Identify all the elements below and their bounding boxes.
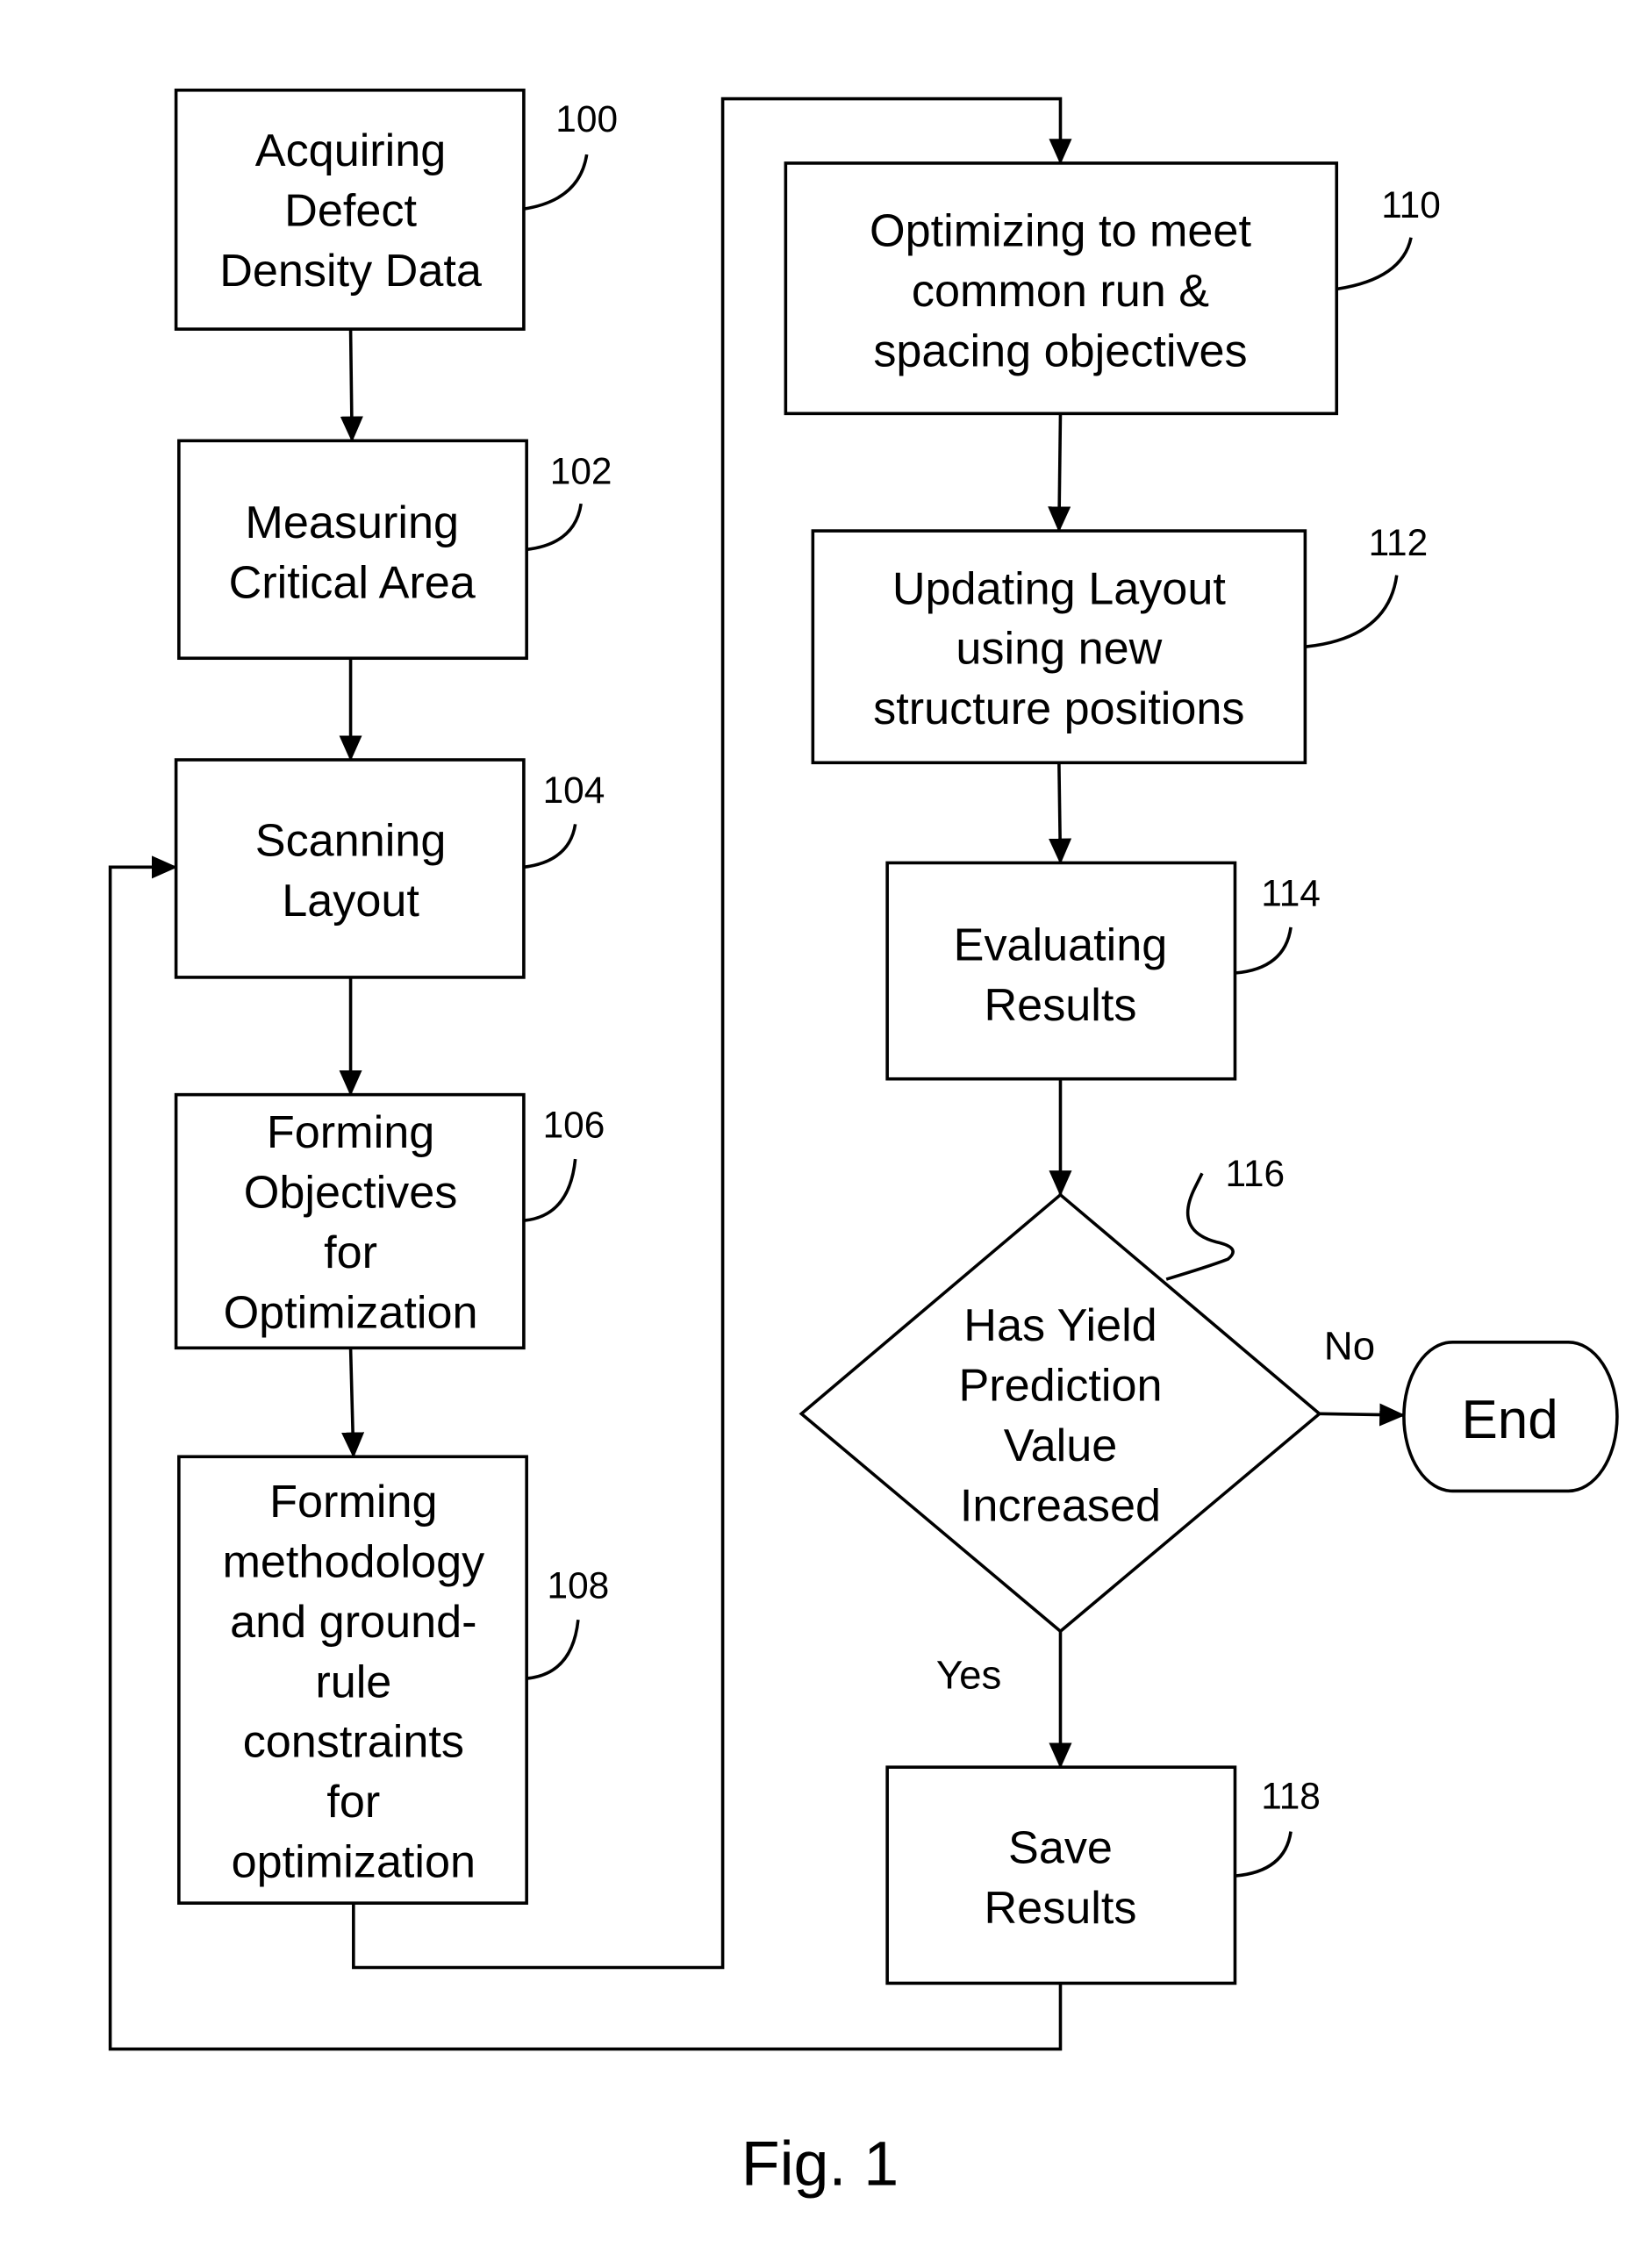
step-100-leader	[523, 154, 589, 211]
step-104: Scanning Layout 104	[174, 758, 605, 979]
decision-116-ref: 116	[1225, 1153, 1285, 1194]
step-108-ref: 108	[548, 1565, 610, 1606]
step-106-line: Objectives	[244, 1167, 458, 1218]
decision-116-line: Increased	[960, 1481, 1161, 1532]
step-100-line: Acquiring	[255, 125, 447, 176]
step-110-line: common run &	[912, 266, 1209, 317]
flowchart: Acquiring Defect Density Data 100 Measur…	[108, 88, 1619, 2199]
decision-116-line: Has Yield	[963, 1300, 1157, 1351]
step-104-line: Scanning	[255, 815, 447, 866]
step-118-line: Save	[1008, 1822, 1113, 1873]
figure-caption: Fig. 1	[741, 2128, 899, 2199]
step-108-leader	[526, 1619, 580, 1680]
step-112-line: Updating Layout	[892, 563, 1226, 614]
arrow-no-end	[1319, 1403, 1406, 1427]
step-106-line: Forming	[267, 1107, 434, 1158]
step-100-line: Defect	[284, 186, 417, 237]
step-112-line: structure positions	[873, 683, 1244, 734]
decision-116-diamond	[799, 1192, 1322, 1634]
step-114-line: Evaluating	[954, 919, 1168, 970]
step-114: Evaluating Results 114	[885, 861, 1321, 1081]
branch-no-label: No	[1324, 1323, 1375, 1368]
step-118-line: Results	[985, 1883, 1137, 1934]
step-106-line: Optimization	[224, 1287, 478, 1338]
step-106: Forming Objectives for Optimization 106	[174, 1092, 605, 1350]
step-112-line: using new	[956, 624, 1162, 675]
step-110-line: Optimizing to meet	[870, 206, 1251, 257]
step-108-line: methodology	[222, 1536, 484, 1587]
step-108-line: constraints	[243, 1717, 464, 1768]
step-102-box	[177, 439, 528, 661]
step-104-box	[174, 758, 526, 979]
step-108-line: Forming	[269, 1477, 437, 1528]
step-110-line: spacing objectives	[873, 326, 1247, 377]
step-100: Acquiring Defect Density Data 100	[174, 88, 618, 331]
arrow-106-108	[341, 1348, 365, 1458]
terminal-end: End	[1402, 1341, 1619, 1493]
step-112-leader	[1305, 575, 1399, 648]
step-118-box	[885, 1765, 1237, 1985]
step-108: Forming methodology and ground- rule con…	[177, 1455, 610, 1905]
step-118-ref: 118	[1261, 1775, 1321, 1816]
step-108-line: optimization	[232, 1837, 476, 1888]
step-114-box	[885, 861, 1237, 1081]
step-114-ref: 114	[1261, 872, 1321, 913]
step-100-ref: 100	[555, 98, 618, 140]
decision-116-line: Prediction	[958, 1361, 1162, 1412]
step-104-line: Layout	[282, 876, 419, 927]
step-108-line: for	[326, 1777, 380, 1828]
step-104-ref: 104	[543, 769, 605, 811]
step-106-ref: 106	[543, 1105, 605, 1146]
arrow-110-112	[1048, 413, 1071, 533]
terminal-end-label: End	[1461, 1390, 1558, 1450]
step-102-ref: 102	[550, 450, 612, 491]
arrow-100-102	[340, 329, 363, 442]
step-110: Optimizing to meet common run & spacing …	[784, 161, 1441, 416]
step-102-line: Critical Area	[229, 558, 476, 609]
branch-yes-label: Yes	[936, 1652, 1001, 1697]
step-118-leader	[1235, 1831, 1293, 1878]
step-102-line: Measuring	[245, 497, 459, 548]
step-108-line: and ground-	[230, 1597, 476, 1648]
step-114-line: Results	[985, 980, 1137, 1031]
step-112: Updating Layout using new structure posi…	[811, 522, 1429, 765]
step-100-line: Density Data	[219, 246, 483, 297]
step-110-leader	[1336, 237, 1413, 291]
step-108-line: rule	[315, 1656, 391, 1707]
step-118: Save Results 118	[885, 1765, 1321, 1985]
decision-116: Has Yield Prediction Value Increased 116	[799, 1153, 1322, 1634]
step-106-line: for	[324, 1227, 377, 1278]
arrow-112-114	[1049, 762, 1072, 865]
decision-116-leader	[1165, 1172, 1235, 1281]
step-102: Measuring Critical Area 102	[177, 439, 612, 661]
step-106-leader	[523, 1158, 577, 1222]
step-114-leader	[1235, 927, 1293, 975]
step-112-ref: 112	[1369, 522, 1429, 563]
decision-116-line: Value	[1004, 1420, 1118, 1471]
step-104-leader	[523, 824, 577, 869]
step-102-leader	[526, 503, 583, 552]
step-110-ref: 110	[1381, 184, 1441, 225]
